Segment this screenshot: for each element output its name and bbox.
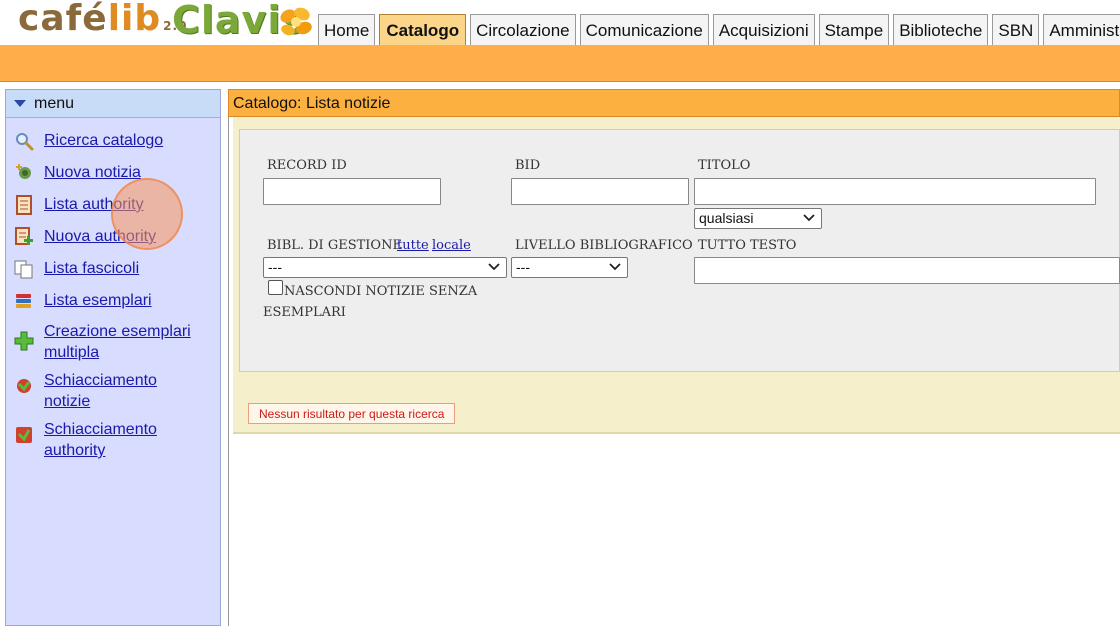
nascondi-notizie-checkbox[interactable] bbox=[268, 280, 283, 295]
main-left-border bbox=[228, 117, 229, 626]
tab-acquisizioni[interactable]: Acquisizioni bbox=[712, 14, 815, 45]
page-title: Catalogo: Lista notizie bbox=[228, 89, 1120, 117]
chevron-down-icon bbox=[488, 263, 500, 271]
merge-icon bbox=[14, 376, 34, 396]
sidebar-link-label[interactable]: Ricerca catalogo bbox=[44, 130, 163, 151]
tutto-testo-input[interactable] bbox=[694, 257, 1120, 284]
titolo-input[interactable] bbox=[694, 178, 1096, 205]
sidebar-item-schiacciamento-notizie[interactable]: Schiacciamento notizie bbox=[14, 370, 184, 412]
bibl-link-tutte[interactable]: tutte bbox=[397, 238, 429, 253]
sidebar-link-label[interactable]: Creazione esemplari multipla bbox=[44, 321, 204, 363]
new-record-icon bbox=[14, 163, 34, 183]
sidebar-item-lista-authority[interactable]: Lista authority bbox=[14, 194, 144, 215]
sidebar-link-label[interactable]: Schiacciamento notizie bbox=[44, 370, 184, 412]
sidebar-link-label[interactable]: Nuova notizia bbox=[44, 162, 141, 183]
no-results-message: Nessun risultato per questa ricerca bbox=[248, 403, 456, 424]
bid-input[interactable] bbox=[511, 178, 689, 205]
titolo-mode-value: qualsiasi bbox=[699, 210, 754, 226]
app-header: cafélib 2.0 Clavis Home Catalogo Circolaz… bbox=[0, 0, 1120, 46]
sidebar-item-nuova-notizia[interactable]: Nuova notizia bbox=[14, 162, 141, 183]
new-authority-icon bbox=[14, 227, 34, 247]
bibl-gestione-label: BIBL. DI GESTIONE bbox=[267, 238, 402, 253]
sidebar-menu: menu Ricerca catalogo Nuova notizia List… bbox=[5, 89, 221, 626]
tab-amministrazione[interactable]: Amministra bbox=[1043, 14, 1120, 45]
sidebar-item-lista-esemplari[interactable]: Lista esemplari bbox=[14, 290, 152, 311]
magnifier-icon bbox=[14, 131, 34, 151]
tab-catalogo[interactable]: Catalogo bbox=[379, 14, 467, 45]
livello-bibliografico-select[interactable]: --- bbox=[511, 257, 628, 278]
sidebar-link-label[interactable]: Lista esemplari bbox=[44, 290, 152, 311]
merge-authority-icon bbox=[14, 425, 34, 445]
tab-stampe[interactable]: Stampe bbox=[818, 14, 890, 45]
tutto-testo-label: TUTTO TESTO bbox=[698, 238, 797, 253]
livello-bibliografico-label: LIVELLO BIBLIOGRAFICO bbox=[515, 238, 693, 253]
chevron-down-icon bbox=[803, 214, 815, 222]
tab-sbn[interactable]: SBN bbox=[992, 14, 1040, 45]
header-orange-bar bbox=[0, 45, 1120, 82]
tab-comunicazione[interactable]: Comunicazione bbox=[579, 14, 709, 45]
copies-icon bbox=[14, 259, 34, 279]
tab-biblioteche[interactable]: Biblioteche bbox=[893, 14, 989, 45]
record-id-label: RECORD ID bbox=[267, 158, 347, 173]
sidebar-link-label[interactable]: Lista fascicoli bbox=[44, 258, 139, 279]
menu-title: menu bbox=[34, 95, 75, 112]
sidebar-item-creazione-esemplari-multipla[interactable]: Creazione esemplari multipla bbox=[14, 321, 204, 363]
bibl-gestione-select[interactable]: --- bbox=[263, 257, 507, 278]
cafelib-logo-main: café bbox=[18, 0, 108, 39]
sidebar-link-label[interactable]: Lista authority bbox=[44, 194, 144, 215]
sidebar-item-nuova-authority[interactable]: Nuova authority bbox=[14, 226, 156, 247]
record-id-input[interactable] bbox=[263, 178, 441, 205]
tab-home[interactable]: Home bbox=[318, 14, 376, 45]
menu-header[interactable]: menu bbox=[6, 90, 220, 118]
titolo-label: TITOLO bbox=[698, 158, 751, 173]
sidebar-link-label[interactable]: Schiacciamento authority bbox=[44, 419, 184, 461]
tab-circolazione[interactable]: Circolazione bbox=[470, 14, 576, 45]
nascondi-notizie-label-line2: ESEMPLARI bbox=[263, 305, 346, 320]
bid-label: BID bbox=[515, 158, 541, 173]
chevron-down-icon bbox=[609, 263, 621, 271]
cafelib-logo-lib: lib bbox=[107, 0, 162, 39]
plus-icon bbox=[14, 331, 34, 351]
main-nav-tabs: Home Catalogo Circolazione Comunicazione… bbox=[318, 14, 1120, 45]
titolo-mode-select[interactable]: qualsiasi bbox=[694, 208, 822, 229]
bibl-link-locale[interactable]: locale bbox=[432, 238, 471, 253]
cafelib-logo: cafélib 2.0 bbox=[18, 0, 187, 39]
books-icon bbox=[14, 291, 34, 311]
list-icon bbox=[14, 195, 34, 215]
sidebar-item-ricerca-catalogo[interactable]: Ricerca catalogo bbox=[14, 130, 163, 151]
flower-logo-icon bbox=[280, 7, 312, 36]
bibl-gestione-value: --- bbox=[268, 259, 282, 275]
livello-bibliografico-value: --- bbox=[516, 259, 530, 275]
sidebar-item-schiacciamento-authority[interactable]: Schiacciamento authority bbox=[14, 419, 184, 461]
nascondi-notizie-label-line1: NASCONDI NOTIZIE SENZA bbox=[284, 284, 478, 299]
triangle-down-icon bbox=[14, 100, 26, 108]
sidebar-item-lista-fascicoli[interactable]: Lista fascicoli bbox=[14, 258, 139, 279]
sidebar-link-label[interactable]: Nuova authority bbox=[44, 226, 156, 247]
